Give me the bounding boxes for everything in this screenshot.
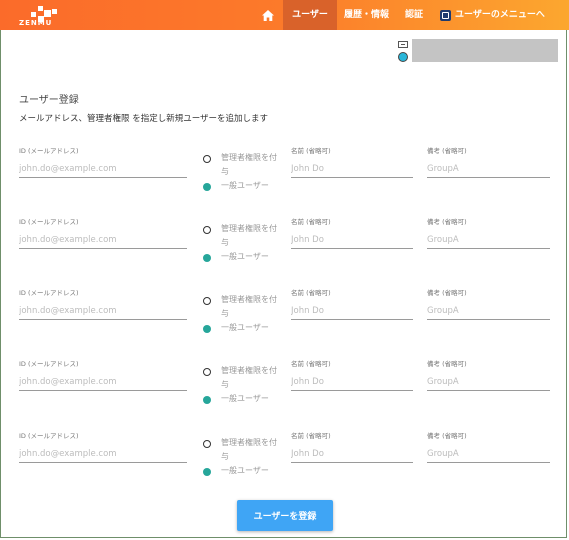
admin-radio-label: 管理者権限を付与 (221, 224, 277, 247)
status-dot-icon[interactable] (398, 52, 408, 62)
general-user-radio-label: 一般ユーザー (221, 323, 269, 332)
id-label: ID (メールアドレス) (19, 289, 79, 297)
general-user-radio-label: 一般ユーザー (221, 466, 269, 475)
name-input[interactable] (291, 446, 413, 463)
note-input[interactable] (427, 374, 550, 391)
user-form-row: ID (メールアドレス) 管理者権限を付与一般ユーザー 名前 (省略可) 備考 (省略… (0, 428, 569, 488)
logo-text: ZENMU (19, 19, 53, 27)
general-user-radio-label: 一般ユーザー (221, 394, 269, 403)
admin-radio-label: 管理者権限を付与 (221, 295, 277, 318)
general-user-radio-label: 一般ユーザー (221, 181, 269, 190)
note-label: 備考 (省略可) (427, 289, 467, 297)
id-label: ID (メールアドレス) (19, 218, 79, 226)
general-user-radio[interactable] (203, 325, 211, 333)
admin-radio[interactable] (203, 226, 211, 234)
admin-radio-label: 管理者権限を付与 (221, 366, 277, 389)
user-form-row: ID (メールアドレス) 管理者権限を付与一般ユーザー 名前 (省略可) 備考 (省略… (0, 285, 569, 345)
id-email-input[interactable] (19, 161, 187, 178)
id-email-input[interactable] (19, 446, 187, 463)
id-email-input[interactable] (19, 303, 187, 320)
note-label: 備考 (省略可) (427, 147, 467, 155)
name-input[interactable] (291, 303, 413, 320)
page-subtitle: メールアドレス、管理者権限 を指定し新規ユーザーを追加します (19, 114, 269, 124)
general-user-radio[interactable] (203, 183, 211, 191)
nav-history-info[interactable]: 履歴・情報 (344, 0, 389, 30)
name-label: 名前 (省略可) (291, 289, 331, 297)
nav-user-menu[interactable]: ユーザーのメニューへ (440, 0, 545, 30)
general-user-radio-label: 一般ユーザー (221, 252, 269, 261)
general-user-radio[interactable] (203, 468, 211, 476)
note-input[interactable] (427, 446, 550, 463)
name-input[interactable] (291, 161, 413, 178)
id-label: ID (メールアドレス) (19, 432, 79, 440)
name-input[interactable] (291, 374, 413, 391)
window-icon[interactable] (398, 41, 408, 48)
note-label: 備考 (省略可) (427, 218, 467, 226)
page-title: ユーザー登録 (19, 95, 79, 106)
id-email-input[interactable] (19, 232, 187, 249)
name-label: 名前 (省略可) (291, 147, 331, 155)
nav-user-menu-label: ユーザーのメニューへ (455, 10, 545, 20)
admin-radio[interactable] (203, 297, 211, 305)
admin-radio[interactable] (203, 368, 211, 376)
name-label: 名前 (省略可) (291, 360, 331, 368)
home-icon[interactable] (256, 0, 280, 30)
admin-radio[interactable] (203, 155, 211, 163)
id-label: ID (メールアドレス) (19, 360, 79, 368)
name-input[interactable] (291, 232, 413, 249)
general-user-radio[interactable] (203, 254, 211, 262)
admin-radio-label: 管理者権限を付与 (221, 438, 277, 461)
id-email-input[interactable] (19, 374, 187, 391)
admin-radio-label: 管理者権限を付与 (221, 153, 277, 176)
note-label: 備考 (省略可) (427, 360, 467, 368)
name-label: 名前 (省略可) (291, 432, 331, 440)
nav-auth[interactable]: 認証 (405, 0, 423, 30)
user-menu-icon (440, 9, 451, 21)
top-nav-bar: ZENMU ユーザー 履歴・情報 認証 ユーザーのメニューへ (0, 0, 569, 30)
account-bar (412, 39, 558, 62)
note-label: 備考 (省略可) (427, 432, 467, 440)
register-user-button[interactable]: ユーザーを登録 (237, 500, 333, 531)
user-form-row: ID (メールアドレス) 管理者権限を付与一般ユーザー 名前 (省略可) 備考 (省略… (0, 356, 569, 416)
note-input[interactable] (427, 232, 550, 249)
admin-radio[interactable] (203, 440, 211, 448)
note-input[interactable] (427, 161, 550, 178)
user-form-row: ID (メールアドレス) 管理者権限を付与一般ユーザー 名前 (省略可) 備考 (省略… (0, 214, 569, 274)
nav-users[interactable]: ユーザー (283, 0, 337, 30)
name-label: 名前 (省略可) (291, 218, 331, 226)
user-form-row: ID (メールアドレス) 管理者権限を付与一般ユーザー 名前 (省略可) 備考 (省略… (0, 143, 569, 203)
id-label: ID (メールアドレス) (19, 147, 79, 155)
note-input[interactable] (427, 303, 550, 320)
general-user-radio[interactable] (203, 396, 211, 404)
